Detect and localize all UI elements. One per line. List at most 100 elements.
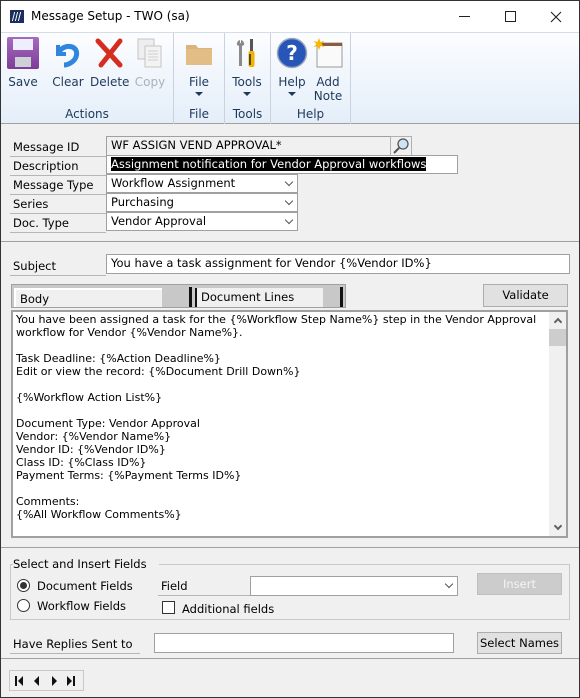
close-button[interactable] (533, 1, 579, 32)
tab-strip: Body Document Lines (11, 284, 346, 308)
file-label: File (188, 75, 210, 89)
message-id-field[interactable]: WF ASSIGN VEND APPROVAL* (106, 136, 391, 156)
ribbon-group-file: File File (174, 33, 225, 124)
message-type-dropdown[interactable]: Workflow Assignment (106, 174, 298, 193)
tab-divider (189, 287, 192, 307)
message-type-value: Workflow Assignment (111, 176, 236, 190)
group-label-tools: Tools (232, 107, 263, 121)
tools-icon (231, 37, 263, 69)
description-field[interactable]: Assignment notification for Vendor Appro… (106, 155, 458, 174)
file-button[interactable]: File (183, 37, 215, 96)
vertical-scrollbar[interactable] (549, 312, 566, 536)
tools-label: Tools (232, 75, 262, 89)
subject-field[interactable]: You have a task assignment for Vendor {%… (106, 254, 570, 274)
select-names-button[interactable]: Select Names (477, 632, 562, 654)
group-label-help: Help (296, 107, 325, 121)
chevron-down-icon (553, 521, 562, 531)
maximize-icon (504, 11, 516, 22)
message-setup-window: Message Setup - TWO (sa) Save Clear Dele… (0, 0, 580, 698)
lookup-button[interactable] (390, 136, 412, 156)
group-label-actions: Actions (65, 107, 109, 121)
workflow-fields-radio[interactable] (17, 599, 30, 612)
ribbon-group-help: ? Help Add Note Help (271, 33, 351, 124)
field-dropdown[interactable] (250, 576, 458, 596)
last-record-icon[interactable] (66, 675, 76, 686)
previous-record-icon[interactable] (32, 675, 42, 686)
divider (1, 547, 579, 548)
chevron-down-icon (284, 196, 294, 206)
window-title: Message Setup - TWO (sa) (31, 9, 190, 23)
copy-label: Copy (134, 75, 166, 89)
title-bar: Message Setup - TWO (sa) (1, 1, 579, 32)
chevron-down-icon (284, 177, 294, 187)
workflow-fields-label: Workflow Fields (37, 599, 126, 613)
series-dropdown[interactable]: Purchasing (106, 193, 298, 212)
magnifier-icon (393, 138, 409, 154)
help-icon: ? (276, 37, 308, 69)
minimize-icon (458, 16, 470, 17)
tab-divider (340, 287, 343, 307)
minimize-button[interactable] (441, 1, 487, 32)
folder-icon (183, 37, 215, 69)
close-icon (550, 11, 562, 22)
document-fields-radio[interactable] (17, 579, 30, 592)
document-fields-label: Document Fields (37, 579, 133, 593)
doc-type-label: Doc. Type (10, 214, 106, 233)
additional-fields-checkbox[interactable] (162, 601, 175, 614)
maximize-button[interactable] (487, 1, 533, 32)
message-id-label: Message ID (10, 138, 106, 157)
have-replies-sent-to-label: Have Replies Sent to (10, 635, 140, 654)
additional-fields-label: Additional fields (182, 602, 275, 616)
body-textarea[interactable]: You have been assigned a task for the {%… (11, 310, 568, 538)
app-logo-icon (10, 10, 24, 23)
series-value: Purchasing (111, 195, 174, 209)
series-label: Series (10, 195, 106, 214)
message-type-label: Message Type (10, 176, 106, 195)
chevron-down-icon (444, 579, 454, 589)
validate-button[interactable]: Validate (483, 284, 568, 307)
doc-type-dropdown[interactable]: Vendor Approval (106, 212, 298, 231)
record-navigation (9, 670, 84, 691)
chevron-up-icon (553, 317, 562, 327)
help-label: Help (278, 75, 306, 89)
ribbon-group-tools: Tools Tools (225, 33, 271, 124)
delete-x-icon (93, 37, 125, 69)
clear-button[interactable]: Clear (50, 37, 86, 89)
scroll-thumb[interactable] (549, 329, 566, 346)
description-selected-text: Assignment notification for Vendor Appro… (111, 157, 427, 171)
copy-button[interactable]: Copy (134, 37, 166, 89)
clear-label: Clear (52, 75, 84, 89)
scroll-down-button[interactable] (549, 519, 566, 536)
add-note-label-line1: Add (316, 75, 340, 89)
delete-label: Delete (90, 75, 130, 89)
add-note-icon (312, 37, 344, 69)
scroll-up-button[interactable] (549, 312, 566, 329)
delete-button[interactable]: Delete (90, 37, 130, 89)
divider (1, 658, 579, 659)
undo-arrow-icon (52, 37, 84, 69)
add-note-label-line2: Note (313, 89, 343, 103)
copy-icon (134, 37, 166, 69)
next-record-icon[interactable] (49, 675, 59, 686)
insert-fields-title: Select and Insert Fields (13, 557, 159, 571)
first-record-icon[interactable] (15, 675, 25, 686)
svg-text:?: ? (286, 41, 298, 65)
divider (1, 241, 579, 242)
add-note-button[interactable]: Add Note (312, 37, 344, 103)
save-label: Save (8, 75, 38, 89)
insert-button[interactable]: Insert (477, 573, 562, 595)
tab-document-lines[interactable]: Document Lines (195, 288, 323, 307)
save-button[interactable]: Save (7, 37, 39, 89)
tools-button[interactable]: Tools (231, 37, 263, 96)
subject-label: Subject (10, 257, 106, 276)
doc-type-value: Vendor Approval (111, 214, 207, 228)
help-button[interactable]: ? Help (276, 37, 308, 96)
ribbon-toolbar: Save Clear Delete Copy Actions File File… (1, 32, 579, 124)
ribbon-group-actions: Save Clear Delete Copy Actions (1, 33, 174, 124)
description-label: Description (10, 157, 106, 176)
replies-to-field[interactable] (154, 633, 454, 653)
body-text-content: You have been assigned a task for the {%… (16, 313, 537, 521)
chevron-down-icon (243, 92, 251, 96)
tab-body[interactable]: Body (14, 288, 162, 307)
save-icon (7, 37, 39, 69)
